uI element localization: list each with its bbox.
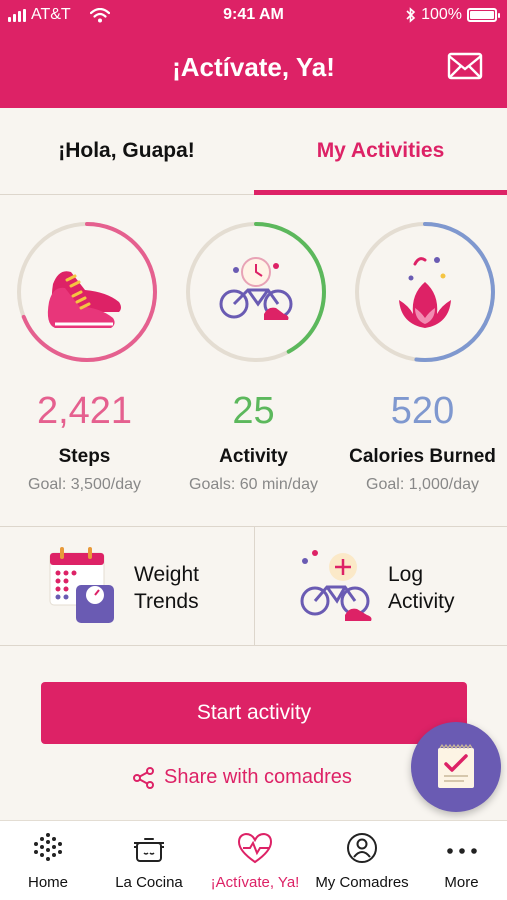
stat-steps[interactable]: 2,421 Steps Goal: 3,500/day bbox=[0, 196, 169, 526]
stat-value: 520 bbox=[390, 390, 455, 432]
active-tab-indicator bbox=[254, 190, 507, 195]
activity-progress-ring bbox=[186, 222, 326, 362]
status-bar: AT&T 9:41 AM 100% bbox=[0, 0, 507, 30]
weight-trends-label: Weight Trends bbox=[134, 563, 199, 613]
tab-hola-guapa[interactable]: ¡Hola, Guapa! bbox=[0, 108, 253, 195]
mail-icon[interactable] bbox=[447, 51, 483, 81]
home-icon bbox=[34, 833, 62, 861]
nav-activate-ya[interactable]: ¡Actívate, Ya! bbox=[202, 821, 308, 900]
stat-activity[interactable]: 25 Activity Goals: 60 min/day bbox=[169, 196, 338, 526]
nav-label: My Comadres bbox=[315, 874, 409, 891]
nav-label: Home bbox=[27, 874, 68, 891]
heart-pulse-icon bbox=[237, 832, 273, 864]
battery-icon bbox=[467, 8, 500, 22]
stat-goal: Goal: 1,000/day bbox=[366, 476, 479, 493]
bluetooth-icon bbox=[406, 7, 416, 23]
nav-label: La Cocina bbox=[115, 874, 183, 891]
battery-percent: 100% bbox=[421, 6, 462, 23]
log-activity-button[interactable]: Log Activity bbox=[254, 527, 507, 645]
tab-bar: ¡Hola, Guapa! My Activities bbox=[0, 108, 507, 195]
stat-label: Activity bbox=[219, 446, 288, 467]
activity-stats: 2,421 Steps Goal: 3,500/day 25 Activity … bbox=[0, 196, 507, 526]
nav-home[interactable]: Home bbox=[0, 821, 96, 900]
stat-label: Calories Burned bbox=[349, 446, 496, 467]
flame-icon bbox=[399, 257, 451, 328]
cooking-pot-icon bbox=[134, 838, 164, 862]
start-activity-button[interactable]: Start activity bbox=[41, 682, 467, 744]
stat-value: 25 bbox=[232, 390, 275, 432]
nav-my-comadres[interactable]: My Comadres bbox=[308, 821, 416, 900]
nav-more[interactable]: More bbox=[416, 821, 507, 900]
page-title: ¡Actívate, Ya! bbox=[172, 52, 335, 82]
sneakers-icon bbox=[47, 271, 121, 328]
comadres-icon bbox=[347, 833, 377, 863]
nav-label: More bbox=[444, 874, 479, 891]
bottom-nav: Home La Cocina ¡Actívate, Ya! My Comadre… bbox=[0, 820, 507, 900]
stat-goal: Goals: 60 min/day bbox=[189, 476, 318, 493]
stat-goal: Goal: 3,500/day bbox=[28, 476, 141, 493]
share-icon bbox=[133, 766, 154, 789]
calendar-scale-icon bbox=[49, 547, 114, 623]
quick-actions: Weight Trends Log Activity bbox=[0, 527, 507, 645]
stat-value: 2,421 bbox=[36, 390, 133, 432]
nav-la-cocina[interactable]: La Cocina bbox=[96, 821, 202, 900]
notepad-fab-button[interactable] bbox=[411, 722, 501, 812]
weight-trends-button[interactable]: Weight Trends bbox=[0, 527, 253, 645]
steps-progress-ring bbox=[17, 222, 157, 362]
tab-my-activities[interactable]: My Activities bbox=[254, 108, 507, 195]
calories-progress-ring bbox=[355, 222, 495, 362]
share-with-comadres-link[interactable]: Share with comadres bbox=[133, 766, 352, 789]
divider bbox=[0, 645, 507, 646]
status-right: 100% bbox=[406, 6, 500, 24]
stat-calories[interactable]: 520 Calories Burned Goal: 1,000/day bbox=[338, 196, 507, 526]
log-activity-label: Log Activity bbox=[388, 563, 455, 613]
bike-clock-icon bbox=[219, 257, 293, 320]
nav-label: ¡Actívate, Ya! bbox=[210, 874, 300, 891]
bike-plus-icon bbox=[300, 550, 372, 621]
more-icon bbox=[446, 848, 477, 854]
share-label: Share with comadres bbox=[164, 766, 352, 788]
notepad-icon bbox=[438, 744, 474, 788]
stat-label: Steps bbox=[58, 446, 111, 467]
app-header: ¡Actívate, Ya! bbox=[0, 30, 507, 108]
